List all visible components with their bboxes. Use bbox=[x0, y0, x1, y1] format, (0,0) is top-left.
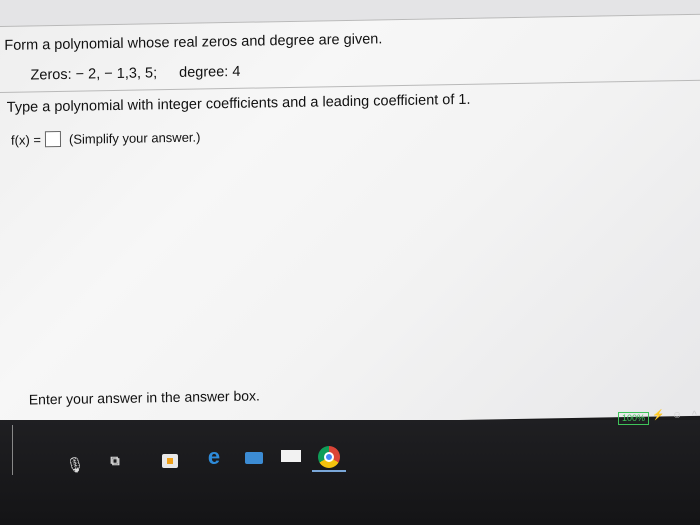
edge-icon[interactable]: e bbox=[203, 444, 225, 469]
microphone-icon[interactable]: 🎙 bbox=[65, 456, 84, 474]
tray-expand-icon[interactable]: ^ bbox=[692, 410, 697, 421]
store-icon[interactable] bbox=[160, 452, 180, 470]
question-title: Form a polynomial whose real zeros and d… bbox=[4, 31, 383, 54]
active-app-indicator bbox=[312, 470, 346, 472]
taskbar bbox=[0, 420, 700, 525]
mail-icon[interactable] bbox=[280, 448, 302, 464]
enter-answer-prompt: Enter your answer in the answer box. bbox=[28, 387, 260, 408]
left-rule bbox=[12, 425, 13, 475]
zeros-line: Zeros: − 2, − 1,3, 5; degree: 4 bbox=[30, 64, 240, 84]
top-bar bbox=[0, 0, 700, 27]
answer-input[interactable] bbox=[44, 130, 62, 148]
people-icon[interactable]: ☺ bbox=[672, 410, 682, 421]
zeros-values: − 2, − 1,3, 5; bbox=[75, 65, 158, 83]
instruction-text: Type a polynomial with integer coefficie… bbox=[6, 91, 471, 116]
question-page: Form a polynomial whose real zeros and d… bbox=[0, 0, 700, 429]
battery-indicator[interactable]: 100% bbox=[618, 412, 650, 425]
chrome-icon[interactable] bbox=[318, 446, 340, 468]
zeros-label: Zeros: bbox=[30, 66, 72, 84]
simplify-hint: (Simplify your answer.) bbox=[68, 129, 201, 147]
fx-label: f(x) = bbox=[10, 131, 42, 148]
answer-row: f(x) = (Simplify your answer.) bbox=[11, 129, 201, 148]
charging-icon[interactable]: ⚡ bbox=[652, 410, 664, 421]
task-view-icon[interactable]: ⧉ bbox=[104, 452, 126, 470]
photos-icon[interactable] bbox=[244, 450, 264, 466]
degree-label: degree: 4 bbox=[179, 63, 241, 81]
